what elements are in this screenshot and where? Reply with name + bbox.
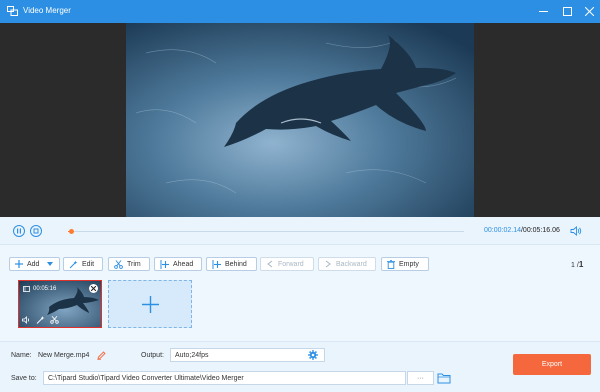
trash-icon xyxy=(387,259,395,269)
behind-label: Behind xyxy=(225,260,247,268)
page-total: 1 xyxy=(578,260,584,269)
time-display: 00:00:02.14/00:05:16.06 xyxy=(484,227,560,234)
magic-wand-icon xyxy=(69,260,78,269)
page-current: 1 xyxy=(571,262,575,269)
clip-tools xyxy=(22,316,59,324)
plus-icon xyxy=(15,260,23,268)
clip-list: 00:05:16 xyxy=(0,277,600,341)
trim-label: Trim xyxy=(127,260,141,268)
maximize-button[interactable] xyxy=(556,0,578,23)
edit-label: Edit xyxy=(82,260,95,268)
output-label: Output: xyxy=(141,352,164,359)
window-title: Video Merger xyxy=(23,6,71,15)
playback-bar: 00:00:02.14/00:05:16.06 xyxy=(0,217,600,245)
progress-knob[interactable] xyxy=(68,229,74,234)
browse-button[interactable]: ··· xyxy=(407,371,434,385)
name-label: Name: xyxy=(11,352,32,359)
maximize-icon xyxy=(562,7,572,16)
close-icon xyxy=(91,286,96,291)
add-clip-placeholder[interactable] xyxy=(108,280,192,328)
page-indicator: 1 /1 xyxy=(571,260,583,269)
pause-button[interactable] xyxy=(13,225,25,237)
close-button[interactable] xyxy=(578,0,600,23)
total-time: /00:05:16.06 xyxy=(520,227,560,234)
output-format-field[interactable]: Auto;24fps xyxy=(170,348,325,362)
file-name: New Merge.mp4 xyxy=(38,352,90,359)
pencil-icon[interactable] xyxy=(97,351,106,360)
title-bar: Video Merger xyxy=(0,0,600,23)
save-path-field[interactable]: C:\Tipard Studio\Tipard Video Converter … xyxy=(43,371,406,385)
ahead-button[interactable]: Ahead xyxy=(154,257,202,271)
volume-icon[interactable] xyxy=(570,225,582,237)
edit-toolbar: Add Edit Trim Ahead Behind Forward Backw… xyxy=(0,245,600,277)
forward-arrow-icon xyxy=(266,260,274,268)
video-preview-area xyxy=(0,23,600,217)
plus-icon xyxy=(141,295,159,313)
add-button[interactable]: Add xyxy=(9,257,60,271)
clip-item[interactable]: 00:05:16 xyxy=(18,280,102,328)
behind-button[interactable]: Behind xyxy=(206,257,257,271)
chevron-down-icon xyxy=(47,262,54,266)
backward-arrow-icon xyxy=(324,260,332,268)
film-icon xyxy=(23,286,30,292)
ahead-label: Ahead xyxy=(173,260,194,268)
edit-button[interactable]: Edit xyxy=(63,257,103,271)
scissors-icon xyxy=(114,259,123,269)
trim-button[interactable]: Trim xyxy=(108,257,150,271)
output-settings-panel: Name: New Merge.mp4 Output: Auto;24fps E… xyxy=(0,341,600,392)
audio-icon[interactable] xyxy=(22,316,31,324)
pause-icon xyxy=(17,228,21,234)
folder-icon[interactable] xyxy=(437,372,451,384)
backward-label: Backward xyxy=(336,260,367,268)
video-merger-window: Video Merger 00:00:02.14/00:05:16.06 Add… xyxy=(0,0,600,392)
current-time: 00:00:02.14 xyxy=(484,227,521,234)
save-to-label: Save to: xyxy=(11,375,37,382)
backward-button[interactable]: Backward xyxy=(318,257,376,271)
export-button[interactable]: Export xyxy=(513,354,591,375)
empty-button[interactable]: Empty xyxy=(381,257,429,271)
close-icon xyxy=(584,7,594,16)
forward-button[interactable]: Forward xyxy=(260,257,314,271)
scissors-icon[interactable] xyxy=(50,316,59,324)
remove-clip-button[interactable] xyxy=(89,284,98,293)
empty-label: Empty xyxy=(399,260,419,268)
output-format-value: Auto;24fps xyxy=(175,352,209,359)
minimize-button[interactable] xyxy=(532,0,554,23)
stop-button[interactable] xyxy=(30,225,42,237)
clip-duration: 00:05:16 xyxy=(33,286,57,292)
video-frame[interactable] xyxy=(126,23,474,217)
add-label: Add xyxy=(27,260,40,268)
save-path-value: C:\Tipard Studio\Tipard Video Converter … xyxy=(48,375,244,382)
stop-icon xyxy=(33,228,39,234)
insert-ahead-icon xyxy=(160,259,169,269)
merge-app-icon xyxy=(7,6,18,16)
minimize-icon xyxy=(538,11,548,12)
insert-behind-icon xyxy=(212,259,221,269)
forward-label: Forward xyxy=(278,260,304,268)
magic-wand-icon[interactable] xyxy=(36,316,45,324)
gear-icon[interactable] xyxy=(308,350,318,360)
progress-slider[interactable] xyxy=(68,229,464,234)
